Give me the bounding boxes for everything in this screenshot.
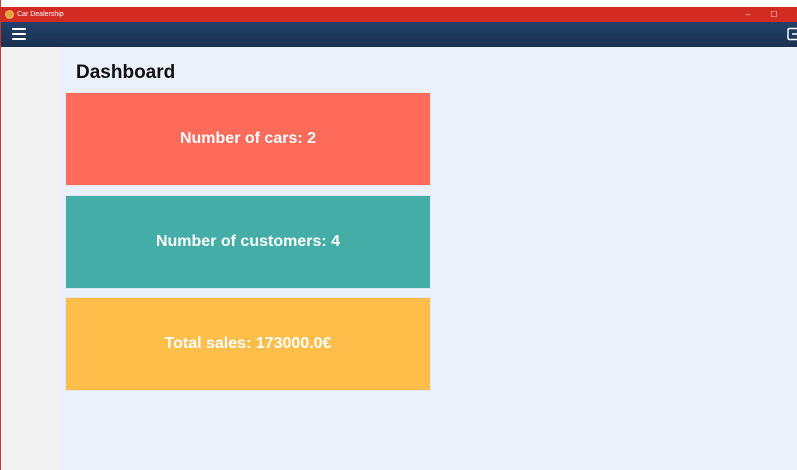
- customers-count-card: Number of customers: 4: [66, 196, 430, 288]
- app-window: Car Dealership – ☐ ✕ Dashboard Number of…: [0, 0, 797, 470]
- app-logo-icon: [5, 10, 14, 19]
- hamburger-menu-icon[interactable]: [12, 28, 26, 40]
- customers-count-label: Number of customers: 4: [155, 233, 341, 250]
- total-sales-label: Total sales: 173000.0€: [164, 335, 332, 352]
- dashboard-content: Dashboard Number of cars: 2 Number of cu…: [60, 47, 797, 470]
- sidebar: [2, 47, 60, 470]
- close-button[interactable]: ✕: [789, 8, 797, 21]
- total-sales-card: Total sales: 173000.0€: [66, 298, 430, 390]
- top-toolbar: [1, 22, 797, 47]
- maximize-button[interactable]: ☐: [764, 8, 784, 21]
- window-title: Car Dealership: [17, 11, 64, 18]
- page-title: Dashboard: [76, 62, 176, 83]
- cars-count-card: Number of cars: 2: [66, 93, 430, 185]
- title-bar[interactable]: Car Dealership – ☐ ✕: [1, 7, 797, 22]
- cars-count-label: Number of cars: 2: [179, 130, 317, 147]
- logout-icon[interactable]: [787, 27, 797, 41]
- window-top-edge: [1, 0, 797, 7]
- minimize-button[interactable]: –: [738, 8, 758, 21]
